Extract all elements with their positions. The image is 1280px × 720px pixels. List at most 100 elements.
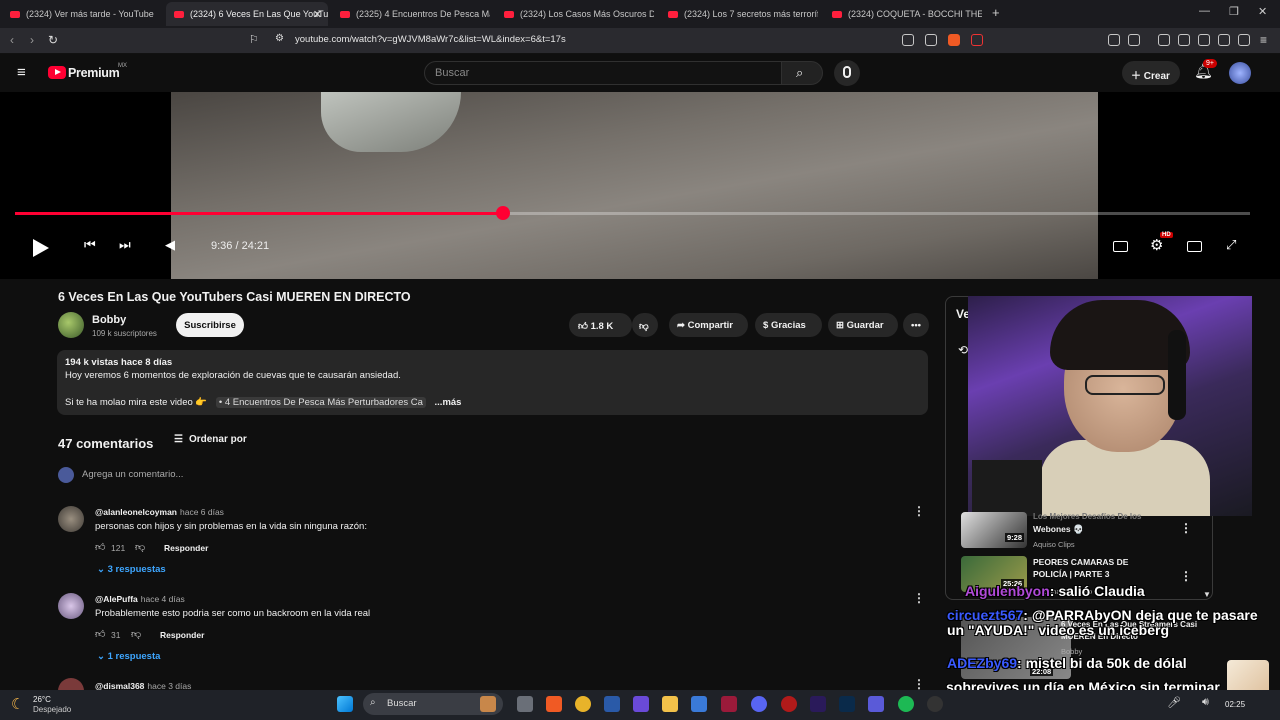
channel-avatar[interactable] [58, 312, 84, 338]
vpn-icon[interactable] [1238, 34, 1250, 46]
weather-temperature[interactable]: 26°C [33, 695, 51, 704]
search-button[interactable]: ⌕ [781, 61, 823, 85]
tab-casos-oscuros[interactable]: (2324) Los Casos Más Oscuros De Fo [496, 2, 654, 26]
minimize-icon[interactable]: — [1199, 5, 1210, 17]
close-window-icon[interactable]: ✕ [1258, 5, 1267, 18]
new-tab-button[interactable]: + [992, 5, 1000, 20]
hamburger-icon[interactable]: ≡ [17, 64, 26, 81]
tab-coqueta[interactable]: (2324) COQUETA - BOCCHI THE ROC [824, 2, 982, 26]
sidebar-video-title-fragment[interactable]: Los Mejores Desafíos De los [1033, 511, 1141, 523]
leo-icon[interactable] [1218, 34, 1230, 46]
sidebar-video-title[interactable]: Webones 💀 [1033, 523, 1084, 535]
sort-comments-button[interactable]: ☰ Ordenar por [174, 434, 247, 445]
next-icon[interactable]: ⏭︎ [119, 237, 131, 253]
scrubber-handle[interactable] [495, 206, 510, 220]
dislike-button[interactable]: 👎︎ [632, 313, 658, 337]
more-actions-button[interactable]: ••• [903, 313, 929, 337]
previous-icon[interactable]: ⏮︎ [84, 237, 96, 253]
sidebar-video-title[interactable]: PEORES CAMARAS DE POLICÍA | PARTE 3 [1033, 556, 1153, 580]
comment-author[interactable]: @AlePuffa hace 4 días [95, 594, 185, 604]
photoshop-icon[interactable] [839, 696, 855, 712]
scroll-down-icon[interactable]: ▼ [1203, 590, 1211, 599]
screen-icon[interactable] [902, 34, 914, 46]
spotify-icon[interactable] [898, 696, 914, 712]
volume-tray-icon[interactable]: 🔊︎ [1202, 696, 1209, 709]
loop-icon[interactable]: ⟲ [958, 343, 968, 357]
sidebar-item-menu-icon[interactable]: ⋮ [1180, 569, 1192, 583]
subtitles-icon[interactable] [1113, 241, 1128, 252]
teams-icon[interactable] [868, 696, 884, 712]
add-comment-input[interactable]: Agrega un comentario... [82, 469, 183, 480]
chrome-icon[interactable] [575, 696, 591, 712]
discord-icon[interactable] [751, 696, 767, 712]
comment-dislike-icon[interactable]: 👎︎ [131, 628, 141, 640]
description-box[interactable]: 194 k vistas hace 8 días Hoy veremos 6 m… [57, 350, 928, 415]
sidebar-video-thumbnail[interactable] [961, 512, 1027, 548]
site-settings-icon[interactable]: ⚙ [275, 33, 284, 44]
account-avatar[interactable] [1229, 62, 1251, 84]
search-input[interactable]: Buscar [424, 61, 782, 85]
view-replies-button[interactable]: ⌄ 3 respuestas [97, 564, 166, 575]
menu-icon[interactable]: ≡ [1260, 33, 1267, 47]
like-button[interactable]: 👍︎ 1.8 K [569, 313, 632, 337]
media-icon[interactable] [1158, 34, 1170, 46]
sidebar-icon[interactable] [1178, 34, 1190, 46]
tab-7-secretos[interactable]: (2324) Los 7 secretos más terrorífico [660, 2, 818, 26]
brave-browser-icon[interactable] [546, 696, 562, 712]
sidebar-item-menu-icon[interactable]: ⋮ [1180, 521, 1192, 535]
comment-dislike-icon[interactable]: 👎︎ [135, 541, 145, 553]
obs-icon[interactable] [927, 696, 943, 712]
view-replies-button[interactable]: ⌄ 1 respuesta [97, 651, 160, 662]
widget-icon[interactable] [480, 696, 496, 712]
comment-menu-icon[interactable]: ⋮ [913, 591, 925, 605]
premiere-icon[interactable] [810, 696, 826, 712]
opera-icon[interactable] [781, 696, 797, 712]
app-v-icon[interactable] [604, 696, 620, 712]
file-explorer-icon[interactable] [662, 696, 678, 712]
theater-mode-icon[interactable] [1187, 241, 1202, 252]
maximize-icon[interactable]: ❐ [1229, 5, 1239, 18]
play-icon[interactable] [33, 239, 49, 257]
copilot-icon[interactable] [633, 696, 649, 712]
tab-current-video[interactable]: (2324) 6 Veces En Las Que YouTu ✕ [166, 2, 328, 26]
tab-encuentros-pesca[interactable]: (2325) 4 Encuentros De Pesca Más Pe [332, 2, 490, 26]
subscribe-button[interactable]: Suscribirse [176, 313, 244, 337]
reply-button[interactable]: Responder [160, 630, 204, 640]
bookmark-icon[interactable]: ⚐ [249, 33, 259, 46]
save-button[interactable]: ⊞ Guardar [828, 313, 898, 337]
show-more-link[interactable]: ...más [435, 397, 462, 408]
video-player[interactable]: ⏮︎ ⏭︎ ◀︎ 9:36 / 24:21 ⚙ HD ⤢ [0, 92, 1280, 279]
weather-moon-icon[interactable]: ☾ [11, 695, 24, 713]
back-icon[interactable]: ‹ [10, 33, 14, 47]
volume-icon[interactable]: ◀︎ [165, 237, 175, 253]
share-button[interactable]: ➦ Compartir [669, 313, 748, 337]
brave-shields-icon[interactable] [948, 34, 960, 46]
premium-logo-text[interactable]: Premium [68, 66, 120, 80]
comment-menu-icon[interactable]: ⋮ [913, 504, 925, 518]
wallet-2-icon[interactable] [1198, 34, 1210, 46]
url-field[interactable]: youtube.com/watch?v=gWJVM8aWr7c&list=WL&… [295, 34, 566, 45]
comment-author[interactable]: @alanleonelcoyman hace 6 días [95, 507, 224, 517]
share-page-icon[interactable] [925, 34, 937, 46]
forward-icon[interactable]: › [30, 33, 34, 47]
settings-gear-icon[interactable]: ⚙ [1150, 236, 1163, 254]
youtube-logo-icon[interactable] [48, 66, 66, 79]
reload-icon[interactable]: ↻ [48, 33, 58, 47]
extensions-icon[interactable] [1108, 34, 1120, 46]
tab-ver-mas-tarde[interactable]: (2324) Ver más tarde - YouTube [2, 2, 162, 26]
wallet-icon[interactable] [1128, 34, 1140, 46]
voice-search-button[interactable] [834, 60, 860, 86]
channel-name[interactable]: Bobby [92, 314, 126, 326]
comment-like-icon[interactable]: 👍︎ [95, 628, 105, 640]
create-button[interactable]: ＋ Crear [1122, 61, 1180, 85]
app-icon[interactable] [721, 696, 737, 712]
comment-menu-icon[interactable]: ⋮ [913, 677, 925, 691]
close-tab-icon[interactable]: ✕ [313, 8, 322, 21]
comment-like-icon[interactable]: 👍︎ [95, 541, 105, 553]
comment-avatar[interactable] [58, 506, 84, 532]
reply-button[interactable]: Responder [164, 543, 208, 553]
windows-start-icon[interactable] [337, 696, 353, 712]
brave-rewards-icon[interactable] [971, 34, 983, 46]
store-icon[interactable] [691, 696, 707, 712]
microphone-tray-icon[interactable]: 🎤︎ [1167, 696, 1181, 709]
